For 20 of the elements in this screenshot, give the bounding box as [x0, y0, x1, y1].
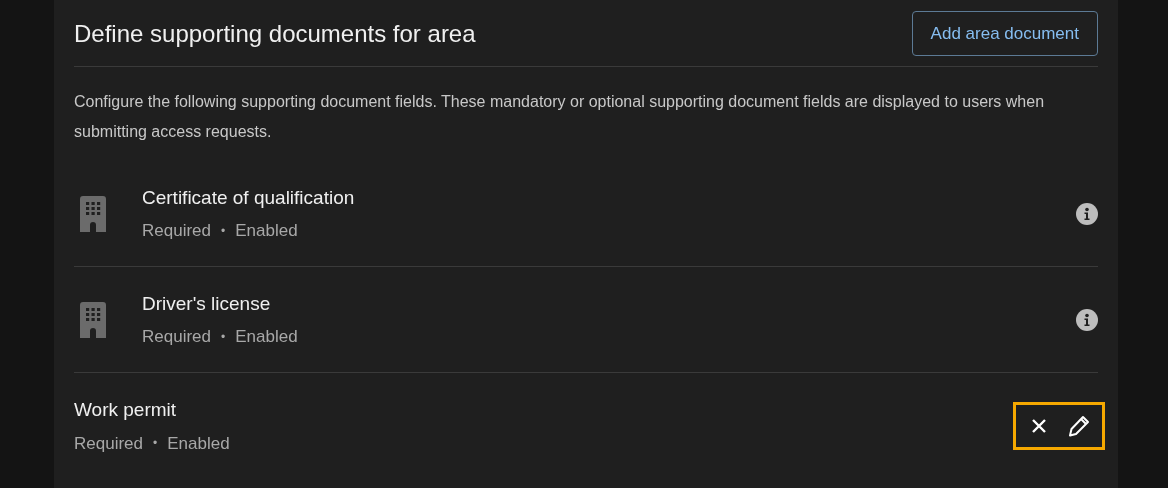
requirement-label: Required: [142, 326, 211, 348]
building-icon: [80, 301, 106, 338]
pencil-icon[interactable]: [1066, 413, 1092, 439]
requirement-label: Required: [74, 432, 143, 455]
status-label: Enabled: [167, 432, 230, 455]
document-name: Certificate of qualification: [142, 185, 356, 210]
separator-dot: •: [153, 435, 158, 453]
document-name: Driver's license: [142, 291, 272, 316]
info-icon[interactable]: [1076, 308, 1098, 331]
requirement-label: Required: [142, 220, 211, 242]
panel-title: Define supporting documents for area: [74, 18, 476, 49]
separator-dot: •: [221, 328, 226, 346]
document-name: Work permit: [74, 398, 178, 422]
description-text: Configure the following supporting document fields. These mandatory or optional supporting document fields are displayed to users when submitting access requests.: [74, 92, 1046, 142]
info-icon[interactable]: [1076, 202, 1098, 225]
add-document-button[interactable]: Add area document: [911, 11, 1098, 56]
building-icon: [80, 195, 106, 232]
status-label: Enabled: [235, 326, 298, 348]
separator-dot: •: [221, 222, 226, 240]
status-label: Enabled: [235, 220, 298, 242]
